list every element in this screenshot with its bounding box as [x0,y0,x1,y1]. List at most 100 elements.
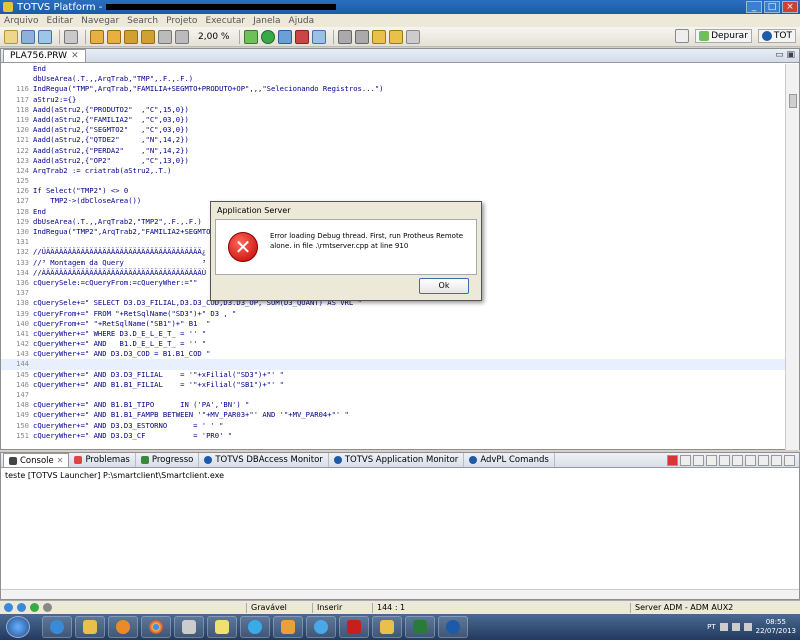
close-tab-icon[interactable]: ✕ [71,51,79,61]
terminate-icon[interactable] [667,455,678,466]
maximize-button[interactable]: □ [764,1,780,13]
editor-tab-pla756[interactable]: PLA756.PRW ✕ [3,49,86,62]
pin-console-icon[interactable] [732,455,743,466]
last-edit-icon[interactable] [372,29,387,44]
volume-icon[interactable] [743,623,752,631]
taskbar-totvs[interactable] [438,616,468,638]
menu-arquivo[interactable]: Arquivo [4,16,38,26]
link-icon[interactable] [64,29,78,44]
code-line[interactable]: 140 cQueryFrom+=" "+RetSqlName("SB1")+" B… [1,319,787,329]
repository-icon[interactable] [175,29,189,44]
taskbar-app[interactable] [306,616,336,638]
code-line[interactable]: 119 Aadd(aStru2,{"FAMILIA2" ,"C",03,0}) [1,115,787,125]
code-line[interactable]: 122 Aadd(aStru2,{"PERDA2" ,"N",14,2}) [1,146,787,156]
taskbar-skype[interactable] [240,616,270,638]
taskbar-outlook[interactable] [273,616,303,638]
clock[interactable]: 08:55 22/07/2013 [756,618,796,636]
new-file-icon[interactable] [4,29,18,44]
code-line[interactable]: 141 cQueryWher+=" WHERE D3.D_E_L_E_T_ = '… [1,329,787,339]
network-icon[interactable] [731,623,740,631]
next-annotation-icon[interactable] [338,29,353,44]
taskbar-media[interactable] [108,616,138,638]
debug-icon[interactable] [244,29,259,44]
code-line[interactable]: dbUseArea(.T.,,ArqTrab,"TMP",.F.,.F.) [1,74,787,84]
code-line[interactable]: 120 Aadd(aStru2,{"SEGMTO2" ,"C",03,0}) [1,125,787,135]
taskbar-ie[interactable] [42,616,72,638]
minimize-button[interactable]: _ [746,1,762,13]
taskbar-calc[interactable] [174,616,204,638]
code-line[interactable]: 126 If Select("TMP2") <> 0 [1,186,787,196]
menu-janela[interactable]: Janela [253,16,280,26]
code-line[interactable]: 116 IndRegua("TMP",ArqTrab,"FAMILIA+SEGMT… [1,84,787,94]
code-line[interactable]: 148 cQueryWher+=" AND B1.B1_TIPO IN ('PA'… [1,400,787,410]
build-icon[interactable] [124,29,138,44]
stop-icon[interactable] [295,29,310,44]
minimize-view-icon[interactable] [771,455,782,466]
editor-vertical-scrollbar[interactable] [785,64,799,450]
scroll-lock-icon[interactable] [719,455,730,466]
status-icon-4[interactable] [43,603,52,612]
patch-icon[interactable] [158,29,172,44]
remove-launch-icon[interactable] [680,455,691,466]
forward-icon[interactable] [406,29,421,44]
tab-application-monitor[interactable]: TOTVS Application Monitor [329,453,465,467]
scrollbar-thumb[interactable] [789,94,797,108]
close-button[interactable]: × [782,1,798,13]
taskbar-advpl[interactable] [405,616,435,638]
perspective-debug-button[interactable]: Depurar [695,29,752,43]
compile-all-icon[interactable] [107,29,121,44]
maximize-view-icon[interactable] [784,455,795,466]
code-line[interactable]: 118 Aadd(aStru2,{"PRODUTO2" ,"C",15,0}) [1,105,787,115]
save-icon[interactable] [21,29,35,44]
taskbar-notes[interactable] [207,616,237,638]
code-line[interactable]: 146 cQueryWher+=" AND B1.B1_FILIAL = '"+x… [1,380,787,390]
tab-dbaccess-monitor[interactable]: TOTVS DBAccess Monitor [199,453,329,467]
rebuild-icon[interactable] [141,29,155,44]
taskbar-explorer2[interactable] [372,616,402,638]
menu-editar[interactable]: Editar [46,16,73,26]
back-icon[interactable] [389,29,404,44]
taskbar-explorer[interactable] [75,616,105,638]
language-indicator[interactable]: PT [707,623,716,631]
menu-executar[interactable]: Executar [205,16,245,26]
status-icon-2[interactable] [17,603,26,612]
ok-button[interactable]: Ok [419,278,469,294]
code-line[interactable]: End [1,64,787,74]
start-button[interactable] [6,616,30,638]
clear-console-icon[interactable] [706,455,717,466]
code-line[interactable]: 123 Aadd(aStru2,{"OP2" ,"C",13,0}) [1,156,787,166]
tab-progresso[interactable]: Progresso [136,453,200,467]
code-line[interactable]: 143 cQueryWher+=" AND D3.D3_COD = B1.B1_C… [1,349,787,359]
tray-icon[interactable] [719,623,728,631]
open-console-icon[interactable] [758,455,769,466]
menu-projeto[interactable]: Projeto [166,16,197,26]
code-line[interactable]: 121 Aadd(aStru2,{"QTDE2" ,"N",14,2}) [1,135,787,145]
code-line[interactable]: 150 cQueryWher+=" AND D3.D3_ESTORNO = ' '… [1,421,787,431]
code-line[interactable]: 125 [1,176,787,186]
code-line[interactable]: 147 [1,390,787,400]
status-icon-3[interactable] [30,603,39,612]
code-line[interactable]: 124 ArqTrab2 := criatrab(aStru2,.T.) [1,166,787,176]
taskbar-acrobat[interactable] [339,616,369,638]
menu-navegar[interactable]: Navegar [81,16,119,26]
remove-all-icon[interactable] [693,455,704,466]
status-icon-1[interactable] [4,603,13,612]
code-line[interactable]: 145 cQueryWher+=" AND D3.D3_FILIAL = '"+x… [1,370,787,380]
tab-problemas[interactable]: Problemas [69,453,136,467]
editor-minmax-icons[interactable]: ▭ ▣ [775,50,795,60]
menu-ajuda[interactable]: Ajuda [289,16,315,26]
compile-icon[interactable] [90,29,104,44]
display-console-icon[interactable] [745,455,756,466]
save-all-icon[interactable] [38,29,52,44]
code-line[interactable]: 117 aStru2:={} [1,95,787,105]
code-line[interactable]: 151 cQueryWher+=" AND D3.D3_CF = 'PR0' " [1,431,787,441]
console-horizontal-scrollbar[interactable] [1,589,799,599]
menu-search[interactable]: Search [127,16,158,26]
perspective-totvs-button[interactable]: TOT [757,29,796,43]
code-line[interactable]: 142 cQueryWher+=" AND B1.D_E_L_E_T_ = '' … [1,339,787,349]
code-line[interactable]: 144 [1,359,787,370]
remote-icon[interactable] [312,29,327,44]
prev-annotation-icon[interactable] [355,29,370,44]
tab-console[interactable]: Console ✕ [3,453,70,467]
tab-advpl-comands[interactable]: AdvPL Comands [464,453,555,467]
